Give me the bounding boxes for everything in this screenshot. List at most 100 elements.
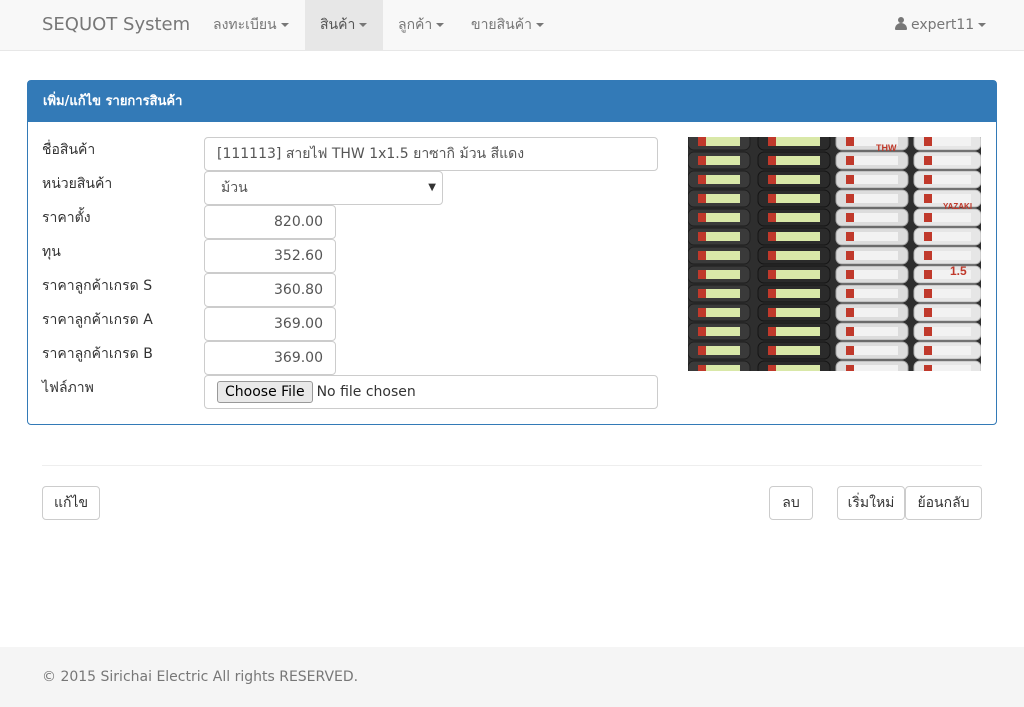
roll-label-stripe (924, 213, 932, 222)
roll-label-stripe (768, 137, 776, 146)
roll-label-stripe (924, 137, 932, 146)
product-name-input[interactable]: [111113] สายไฟ THW 1x1.5 ยาซากิ ม้วน สีแ… (204, 137, 658, 171)
roll-label-stripe (698, 232, 706, 241)
roll-label-stripe (698, 251, 706, 260)
roll-label-stripe (768, 308, 776, 317)
roll-label-stripe (768, 251, 776, 260)
roll-label-stripe (924, 346, 932, 355)
roll-label-stripe (768, 346, 776, 355)
top-navbar: SEQUOT System ลงทะเบียน สินค้า ลูกค้า ขา… (0, 0, 1024, 51)
roll-label-stripe (698, 194, 706, 203)
list-price-input[interactable]: 820.00 (204, 205, 336, 239)
price-grade-a-input[interactable]: 369.00 (204, 307, 336, 341)
image-file-label: ไฟล์ภาพ (42, 380, 94, 396)
user-icon (895, 17, 907, 30)
nav-menu-sales-label: ขายสินค้า (471, 17, 532, 33)
roll-label-stripe (698, 137, 706, 146)
roll-label-stripe (768, 213, 776, 222)
nav-menu-sales[interactable]: ขายสินค้า (456, 0, 559, 50)
product-name-label: ชื่อสินค้า (42, 142, 96, 158)
edit-button[interactable]: แก้ไข (42, 486, 100, 520)
roll-size-text: 1.5 (950, 264, 967, 278)
price-grade-b-input[interactable]: 369.00 (204, 341, 336, 375)
price-grade-s-input[interactable]: 360.80 (204, 273, 336, 307)
user-name: expert11 (911, 17, 975, 33)
roll-label-stripe (698, 289, 706, 298)
nav-menu-customers[interactable]: ลูกค้า (383, 0, 459, 50)
roll-label-stripe (768, 365, 776, 371)
nav-menu-register[interactable]: ลงทะเบียน (198, 0, 304, 50)
page-footer: © 2015 Sirichai Electric All rights RESE… (0, 647, 1024, 707)
file-status-text: No file chosen (316, 384, 416, 400)
choose-file-button[interactable]: Choose File (217, 381, 313, 403)
roll-label-stripe (846, 156, 854, 165)
roll-label-stripe (846, 232, 854, 241)
cost-label: ทุน (42, 244, 61, 260)
caret-down-icon (535, 23, 544, 27)
roll-label-stripe (698, 346, 706, 355)
roll-label-stripe (768, 289, 776, 298)
roll-label-stripe (924, 289, 932, 298)
roll-label-stripe (924, 175, 932, 184)
roll-label-stripe (846, 365, 854, 371)
roll-label-stripe (924, 270, 932, 279)
form-divider (42, 465, 982, 466)
dropdown-arrow-icon: ▼ (428, 182, 436, 193)
roll-label-stripe (924, 156, 932, 165)
caret-down-icon (436, 23, 445, 27)
panel-title: เพิ่ม/แก้ไข รายการสินค้า (28, 81, 996, 122)
unit-select[interactable]: ม้วน ▼ (204, 171, 443, 205)
roll-label-stripe (924, 232, 932, 241)
roll-label-stripe (768, 175, 776, 184)
nav-menu-products[interactable]: สินค้า (305, 0, 383, 50)
roll-label-stripe (698, 270, 706, 279)
unit-label: หน่วยสินค้า (42, 176, 113, 192)
roll-label-stripe (846, 270, 854, 279)
roll-label-stripe (698, 327, 706, 336)
roll-label-stripe (924, 327, 932, 336)
roll-label-stripe (768, 194, 776, 203)
roll-label-stripe (846, 175, 854, 184)
roll-label-stripe (698, 156, 706, 165)
roll-label-stripe (698, 365, 706, 371)
price-grade-b-label: ราคาลูกค้าเกรด B (42, 346, 153, 362)
price-grade-s-label: ราคาลูกค้าเกรด S (42, 278, 153, 294)
roll-label-stripe (846, 251, 854, 260)
footer-copyright: © 2015 Sirichai Electric All rights RESE… (42, 669, 359, 685)
roll-label-stripe (924, 308, 932, 317)
reset-button[interactable]: เริ่มใหม่ (837, 486, 905, 520)
nav-menu-register-label: ลงทะเบียน (213, 17, 277, 33)
caret-down-icon (359, 23, 368, 27)
unit-select-value: ม้วน (221, 180, 248, 196)
roll-label-stripe (698, 213, 706, 222)
roll-label-stripe (846, 289, 854, 298)
roll-label-stripe (924, 251, 932, 260)
delete-button[interactable]: ลบ (769, 486, 813, 520)
roll-label-stripe (698, 308, 706, 317)
roll-label-stripe (924, 194, 932, 203)
roll-label-stripe (846, 346, 854, 355)
back-button[interactable]: ย้อนกลับ (905, 486, 982, 520)
list-price-label: ราคาตั้ง (42, 210, 91, 226)
product-image: THW YAZAKI 1.5 (688, 137, 981, 371)
cost-input[interactable]: 352.60 (204, 239, 336, 273)
user-menu[interactable]: expert11 (880, 0, 1001, 50)
roll-label-stripe (846, 308, 854, 317)
nav-menu-customers-label: ลูกค้า (398, 17, 433, 33)
roll-label-stripe (846, 327, 854, 336)
roll-label-stripe (846, 194, 854, 203)
nav-menu-products-label: สินค้า (320, 17, 356, 33)
brand-title[interactable]: SEQUOT System (42, 14, 190, 35)
roll-label-stripe (924, 365, 932, 371)
cable-rolls-photo: THW YAZAKI 1.5 (688, 137, 981, 371)
roll-label-stripe (846, 137, 854, 146)
caret-down-icon (978, 23, 987, 27)
roll-label-stripe (768, 327, 776, 336)
roll-label-stripe (846, 213, 854, 222)
roll-brand-text: YAZAKI (943, 202, 972, 211)
roll-label-stripe (768, 232, 776, 241)
roll-label-stripe (768, 270, 776, 279)
image-file-input[interactable]: Choose File No file chosen (204, 375, 658, 409)
caret-down-icon (280, 23, 289, 27)
roll-label-stripe (768, 156, 776, 165)
